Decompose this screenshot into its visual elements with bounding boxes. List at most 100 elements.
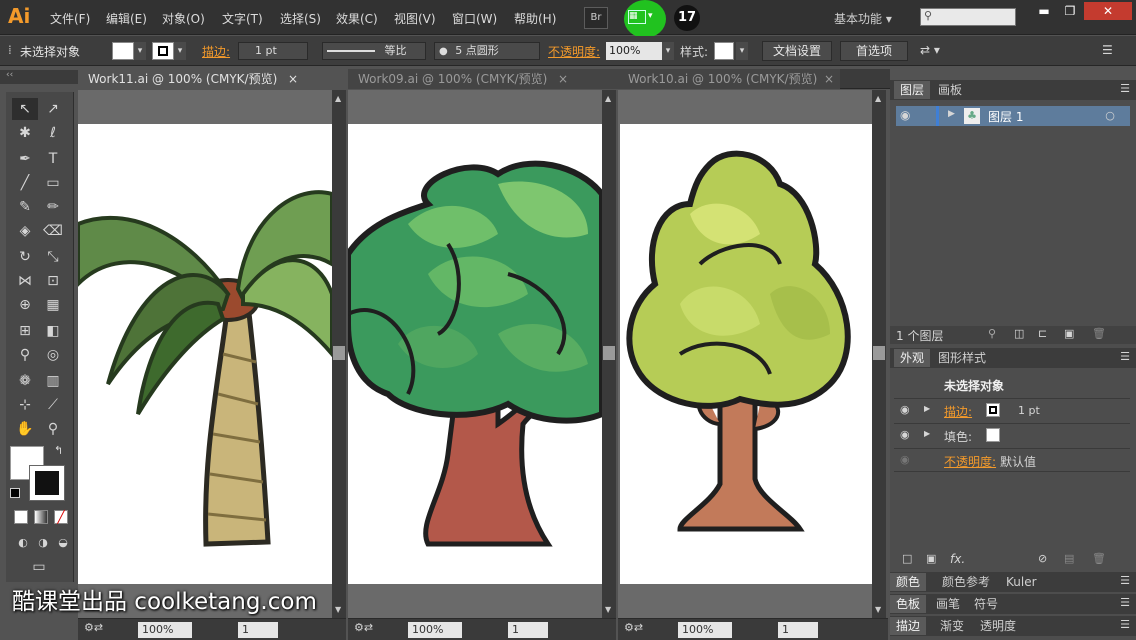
slice-tool-icon[interactable]: ⟋ xyxy=(40,394,66,416)
canvas-work10[interactable] xyxy=(618,90,872,618)
appearance-opacity-row[interactable]: ◉ 不透明度: 默认值 xyxy=(894,448,1130,472)
scroll-thumb[interactable] xyxy=(333,346,345,360)
fill-swatch[interactable] xyxy=(986,428,1000,442)
scroll-down-icon[interactable]: ▼ xyxy=(335,605,341,614)
status-icon[interactable]: ⚙⇄ xyxy=(84,621,103,634)
menu-file[interactable]: 文件(F) xyxy=(50,10,90,27)
eraser-tool-icon[interactable]: ⌫ xyxy=(40,220,66,242)
tab-symbols[interactable]: 符号 xyxy=(968,595,1004,613)
tab-color[interactable]: 颜色 xyxy=(890,573,927,591)
new-layer-icon[interactable]: ▣ xyxy=(1064,327,1074,340)
close-button[interactable]: ✕ xyxy=(1084,2,1132,20)
appearance-fill-row[interactable]: ◉ ▶ 填色: xyxy=(894,423,1130,447)
appearance-opacity-label[interactable]: 不透明度: xyxy=(944,453,996,470)
arrange-documents-icon[interactable]: ▦ xyxy=(628,10,646,24)
scroll-down-icon[interactable]: ▼ xyxy=(875,605,881,614)
menu-effect[interactable]: 效果(C) xyxy=(336,10,378,27)
swap-colors-icon[interactable]: ↰ xyxy=(54,444,63,457)
appearance-stroke-row[interactable]: ◉ ▶ 描边: 1 pt xyxy=(894,398,1130,422)
canvas-work11[interactable] xyxy=(78,90,332,618)
tab-color-guide[interactable]: 颜色参考 xyxy=(936,573,996,591)
graph-tool-icon[interactable]: ▦ xyxy=(40,294,66,316)
rotate-tool-icon[interactable]: ↻ xyxy=(12,246,38,268)
type-tool-icon[interactable]: T xyxy=(40,148,66,170)
fx-icon[interactable]: fx. xyxy=(950,552,965,566)
panel-menu-icon[interactable]: ☰ xyxy=(1120,82,1130,95)
tab-layers[interactable]: 图层 xyxy=(894,81,931,99)
menu-view[interactable]: 视图(V) xyxy=(394,10,436,27)
status-icon[interactable]: ⚙⇄ xyxy=(354,621,373,634)
stroke-color-swatch[interactable] xyxy=(29,465,65,501)
tab-work11[interactable]: Work11.ai @ 100% (CMYK/预览) × xyxy=(78,69,348,89)
close-icon[interactable]: × xyxy=(824,69,834,89)
tab-work10[interactable]: Work10.ai @ 100% (CMYK/预览) × xyxy=(618,69,840,89)
scroll-up-icon[interactable]: ▲ xyxy=(335,94,341,103)
tab-swatches[interactable]: 色板 xyxy=(890,595,927,613)
target-icon[interactable]: ○ xyxy=(1090,106,1130,126)
tab-stroke[interactable]: 描边 xyxy=(890,617,927,635)
width-tool-icon[interactable]: ⋈ xyxy=(12,270,38,292)
hand-tool-icon[interactable]: ✋ xyxy=(12,418,38,440)
stroke-label[interactable]: 描边: xyxy=(202,43,230,60)
menu-help[interactable]: 帮助(H) xyxy=(514,10,556,27)
stroke-swatch[interactable] xyxy=(152,42,174,60)
stroke-dropdown[interactable]: ▾ xyxy=(174,42,186,60)
layer-name[interactable]: 图层 1 xyxy=(988,108,1023,125)
menu-window[interactable]: 窗口(W) xyxy=(452,10,497,27)
page-field[interactable]: 1 xyxy=(778,622,818,638)
magic-wand-tool-icon[interactable]: ✱ xyxy=(12,122,38,144)
close-icon[interactable]: × xyxy=(288,69,298,89)
opacity-field[interactable]: 100% xyxy=(606,42,662,60)
scale-tool-icon[interactable]: ⤡ xyxy=(40,246,66,268)
color-mode-icon[interactable] xyxy=(14,510,28,524)
panel-menu-icon[interactable]: ☰ xyxy=(1120,574,1130,587)
scroll-thumb[interactable] xyxy=(603,346,615,360)
workspace-switcher[interactable]: 基本功能 ▾ xyxy=(834,10,892,27)
trash-icon[interactable]: 🗑 xyxy=(1092,552,1106,565)
appearance-stroke-label[interactable]: 描边: xyxy=(944,403,972,420)
scroll-up-icon[interactable]: ▲ xyxy=(605,94,611,103)
mesh-tool-icon[interactable]: ⊞ xyxy=(12,320,38,342)
vertical-scrollbar-1[interactable]: ▲ ▼ xyxy=(332,90,346,618)
tab-gradient[interactable]: 渐变 xyxy=(934,617,970,635)
expand-triangle-icon[interactable]: ▶ xyxy=(948,109,955,119)
eyedropper-tool-icon[interactable]: ⚲ xyxy=(12,344,38,366)
stroke-profile-dropdown[interactable]: 等比 xyxy=(322,42,426,60)
arrange-icon[interactable]: ⇄ ▾ xyxy=(920,43,940,57)
vertical-scrollbar-3[interactable]: ▲ ▼ xyxy=(872,90,886,618)
style-dropdown[interactable]: ▾ xyxy=(736,42,748,60)
layer-row[interactable]: ◉ ▶ ♣ 图层 1 xyxy=(896,106,1090,126)
restore-button[interactable]: ❐ xyxy=(1056,2,1084,20)
style-swatch[interactable] xyxy=(714,42,734,60)
fill-swatch[interactable] xyxy=(112,42,134,60)
panel-menu-icon[interactable]: ☰ xyxy=(1120,596,1130,609)
page-field[interactable]: 1 xyxy=(238,622,278,638)
tab-brushes[interactable]: 画笔 xyxy=(930,595,966,613)
blend-tool-icon[interactable]: ◎ xyxy=(40,344,66,366)
zoom-field[interactable]: 100% xyxy=(408,622,462,638)
panel-menu-icon[interactable]: ☰ xyxy=(1120,618,1130,631)
screen-mode-icon[interactable]: ▭ xyxy=(26,556,52,578)
stroke-swatch[interactable] xyxy=(986,403,1000,417)
selection-tool-icon[interactable]: ↖ xyxy=(12,98,38,120)
tab-artboards[interactable]: 画板 xyxy=(932,81,968,99)
bridge-button[interactable]: Br xyxy=(584,7,608,29)
scroll-thumb[interactable] xyxy=(873,346,885,360)
shape-builder-tool-icon[interactable]: ⊕ xyxy=(12,294,38,316)
lasso-tool-icon[interactable]: ℓ xyxy=(40,122,66,144)
scroll-down-icon[interactable]: ▼ xyxy=(605,605,611,614)
menu-select[interactable]: 选择(S) xyxy=(280,10,321,27)
tab-work09[interactable]: Work09.ai @ 100% (CMYK/预览) × xyxy=(348,69,618,89)
menu-type[interactable]: 文字(T) xyxy=(222,10,263,27)
tab-kuler[interactable]: Kuler xyxy=(1000,573,1043,591)
chevron-down-icon[interactable]: ▾ xyxy=(648,11,653,21)
document-setup-button[interactable]: 文档设置 xyxy=(762,41,832,61)
zoom-field[interactable]: 100% xyxy=(678,622,732,638)
search-icon[interactable]: ⚲ xyxy=(988,327,996,340)
eye-icon[interactable]: ◉ xyxy=(900,428,910,441)
none-mode-icon[interactable]: ╱ xyxy=(54,510,68,524)
column-graph-tool-icon[interactable]: ▥ xyxy=(40,370,66,392)
direct-selection-tool-icon[interactable]: ↗ xyxy=(40,98,66,120)
minimize-button[interactable]: ▬ xyxy=(1030,2,1058,20)
zoom-tool-icon[interactable]: ⚲ xyxy=(40,418,66,440)
